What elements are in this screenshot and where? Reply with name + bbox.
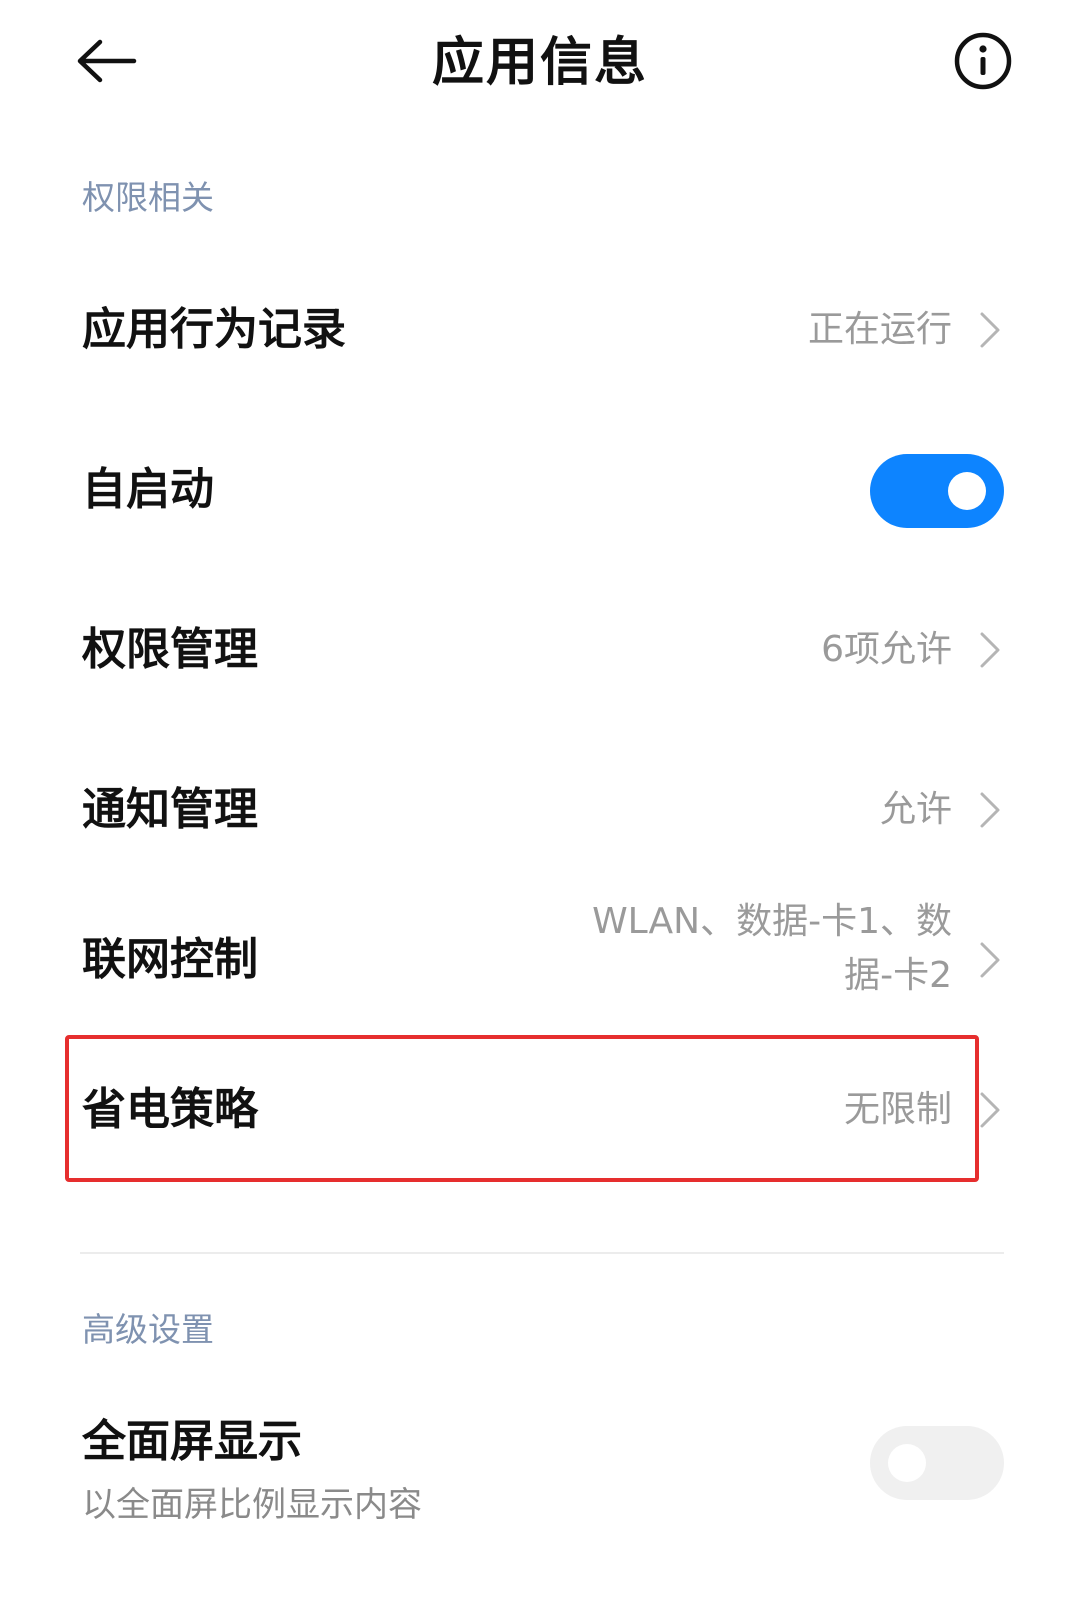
- row-permission-management[interactable]: 权限管理 6项允许: [0, 590, 1080, 710]
- toggle-knob: [948, 472, 986, 510]
- row-label: 通知管理: [82, 784, 258, 835]
- row-label: 应用行为记录: [82, 304, 346, 355]
- row-label: 自启动: [82, 464, 214, 515]
- section-title-advanced: 高级设置: [82, 1310, 214, 1349]
- row-app-behavior-record[interactable]: 应用行为记录 正在运行: [0, 270, 1080, 390]
- chevron-right-icon: [980, 632, 1000, 668]
- info-icon: [954, 32, 1012, 90]
- row-label: 全面屏显示: [82, 1416, 302, 1467]
- autostart-toggle[interactable]: [870, 454, 1004, 528]
- chevron-right-icon: [980, 312, 1000, 348]
- row-sublabel: 以全面屏比例显示内容: [82, 1485, 422, 1525]
- row-label: 权限管理: [82, 624, 258, 675]
- row-value: 6项允许: [821, 629, 952, 670]
- info-button[interactable]: [952, 30, 1014, 92]
- row-value-line1: WLAN、数据-卡1、数: [592, 901, 952, 942]
- section-divider: [80, 1252, 1004, 1254]
- row-value: 无限制: [843, 1089, 952, 1130]
- row-value: 正在运行: [807, 309, 952, 350]
- fullscreen-toggle[interactable]: [870, 1426, 1004, 1500]
- row-network-control[interactable]: 联网控制 WLAN、数据-卡1、数 据-卡2: [0, 890, 1080, 1030]
- chevron-right-icon: [980, 942, 1000, 978]
- row-label: 省电策略: [82, 1084, 258, 1135]
- row-notification-management[interactable]: 通知管理 允许: [0, 750, 1080, 870]
- row-value: 允许: [879, 789, 952, 830]
- chevron-right-icon: [980, 1092, 1000, 1128]
- row-label: 联网控制: [82, 934, 258, 985]
- toggle-knob: [888, 1444, 926, 1482]
- top-bar: 应用信息: [0, 0, 1080, 130]
- row-battery-saver[interactable]: 省电策略 无限制: [0, 1050, 1080, 1170]
- row-value-line2: 据-卡2: [844, 955, 952, 996]
- page-title: 应用信息: [431, 33, 648, 93]
- row-autostart: 自启动: [0, 430, 1080, 550]
- chevron-right-icon: [980, 792, 1000, 828]
- section-title-permissions: 权限相关: [82, 178, 214, 217]
- row-fullscreen-display: 全面屏显示 以全面屏比例显示内容: [0, 1400, 1080, 1560]
